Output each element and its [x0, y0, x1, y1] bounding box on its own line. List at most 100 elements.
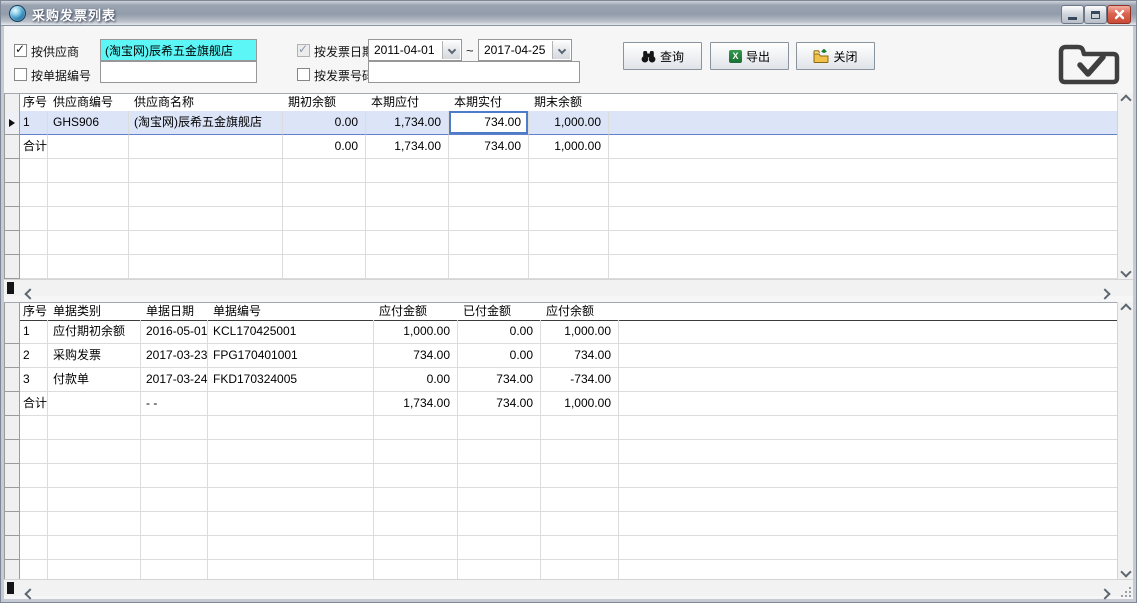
scrollbar-thumb[interactable] [7, 282, 14, 294]
scroll-up-icon[interactable] [1118, 305, 1133, 313]
cell-total-date: - - [141, 392, 208, 416]
vertical-scrollbar[interactable] [1117, 93, 1133, 279]
supplier-row-selected[interactable]: 1 GHS906 (淘宝网)辰希五金旗舰店 0.00 1,734.00 734.… [4, 111, 1117, 135]
cell-empty [141, 536, 208, 560]
col-header-ending-balance[interactable]: 期末余额 [529, 94, 609, 112]
resize-grip[interactable] [1120, 586, 1132, 598]
cell-payable-balance[interactable]: 734.00 [541, 344, 619, 368]
row-indicator-cell [4, 440, 20, 464]
cell-paid-amount[interactable]: 0.00 [458, 344, 541, 368]
cell-doc-date[interactable]: 2016-05-01 [141, 320, 208, 344]
empty-rows [4, 416, 1117, 579]
cell-seq[interactable]: 1 [20, 320, 48, 344]
by-doc-no-label: 按单据编号 [31, 67, 91, 84]
minimize-button[interactable] [1061, 5, 1084, 24]
cell-empty [48, 392, 141, 416]
close-window-button[interactable] [1107, 5, 1131, 24]
cell-doc-no[interactable]: KCL170425001 [208, 320, 374, 344]
document-row[interactable]: 3 付款单 2017-03-24 FKD170324005 0.00 734.0… [4, 368, 1117, 392]
col-header-opening-balance[interactable]: 期初余额 [283, 94, 366, 112]
col-header-supplier-code[interactable]: 供应商编号 [48, 94, 129, 112]
cell-empty [541, 560, 619, 579]
cell-seq[interactable]: 3 [20, 368, 48, 392]
scroll-down-icon[interactable] [1118, 268, 1133, 276]
cell-total-paid: 734.00 [458, 392, 541, 416]
cell-payable-amount[interactable]: 0.00 [374, 368, 458, 392]
cell-empty [20, 512, 48, 536]
cell-empty [48, 183, 129, 207]
col-header-doc-no[interactable]: 单据编号 [208, 303, 374, 321]
cell-doc-no[interactable]: FKD170324005 [208, 368, 374, 392]
chevron-right-icon [1099, 588, 1110, 599]
doc-no-filter-input[interactable] [100, 61, 257, 83]
horizontal-scrollbar[interactable] [4, 279, 1133, 296]
col-header-period-payable[interactable]: 本期应付 [366, 94, 449, 112]
title-bar[interactable]: 采购发票列表 [1, 1, 1136, 26]
cell-period-paid-focused[interactable]: 734.00 [449, 111, 529, 135]
col-header-doc-date[interactable]: 单据日期 [141, 303, 208, 321]
col-header-seq[interactable]: 序号 [20, 303, 48, 321]
empty-grid-row [4, 159, 1117, 183]
date-from-dropdown-button[interactable] [442, 41, 460, 59]
cell-doc-date[interactable]: 2017-03-24 [141, 368, 208, 392]
row-indicator-cell [4, 159, 20, 183]
export-button[interactable]: X 导出 [710, 42, 789, 70]
cell-payable-balance[interactable]: 1,000.00 [541, 320, 619, 344]
scroll-left-icon[interactable] [26, 585, 34, 603]
cell-seq[interactable]: 2 [20, 344, 48, 368]
cell-payable-amount[interactable]: 734.00 [374, 344, 458, 368]
cell-seq[interactable]: 1 [20, 111, 48, 135]
date-from-combobox[interactable]: 2011-04-01 [368, 39, 462, 61]
cell-doc-type[interactable]: 付款单 [48, 368, 141, 392]
cell-supplier-name[interactable]: (淘宝网)辰希五金旗舰店 [129, 111, 283, 135]
col-header-payable-balance[interactable]: 应付余额 [541, 303, 619, 321]
document-row[interactable]: 1 应付期初余额 2016-05-01 KCL170425001 1,000.0… [4, 320, 1117, 344]
invoice-no-filter-input[interactable] [368, 61, 580, 83]
scroll-right-icon[interactable] [1101, 585, 1109, 603]
cell-doc-type[interactable]: 应付期初余额 [48, 320, 141, 344]
vertical-scrollbar[interactable] [1117, 302, 1133, 579]
col-header-paid-amount[interactable]: 已付金额 [458, 303, 541, 321]
cell-empty [48, 488, 141, 512]
by-invoice-no-checkbox[interactable] [297, 68, 310, 81]
supplier-filter-input[interactable] [100, 39, 257, 61]
scroll-up-icon[interactable] [1118, 96, 1133, 104]
col-header-seq[interactable]: 序号 [20, 94, 48, 112]
col-header-supplier-name[interactable]: 供应商名称 [129, 94, 283, 112]
date-to-combobox[interactable]: 2017-04-25 [478, 39, 572, 61]
by-doc-no-checkbox[interactable] [14, 68, 27, 81]
by-supplier-checkbox[interactable] [14, 44, 27, 57]
row-indicator-cell [4, 464, 20, 488]
by-invoice-date-checkbox[interactable] [297, 44, 310, 57]
scroll-left-icon[interactable] [26, 285, 34, 303]
scroll-down-icon[interactable] [1118, 568, 1133, 576]
cell-ending-balance[interactable]: 1,000.00 [529, 111, 609, 135]
cell-doc-no[interactable]: FPG170401001 [208, 344, 374, 368]
row-filler [619, 320, 1117, 344]
date-to-dropdown-button[interactable] [552, 41, 570, 59]
cell-paid-amount[interactable]: 734.00 [458, 368, 541, 392]
row-indicator-cell [4, 392, 20, 416]
empty-grid-row [4, 536, 1117, 560]
cell-payable-balance[interactable]: -734.00 [541, 368, 619, 392]
cell-total-payable: 1,734.00 [366, 135, 449, 159]
document-row[interactable]: 2 采购发票 2017-03-23 FPG170401001 734.00 0.… [4, 344, 1117, 368]
col-header-payable-amount[interactable]: 应付金额 [374, 303, 458, 321]
col-header-doc-type[interactable]: 单据类别 [48, 303, 141, 321]
maximize-button[interactable] [1084, 5, 1107, 24]
cell-opening-balance[interactable]: 0.00 [283, 111, 366, 135]
close-button[interactable]: 关闭 [796, 42, 875, 70]
cell-paid-amount[interactable]: 0.00 [458, 320, 541, 344]
empty-rows [4, 159, 1117, 279]
cell-period-payable[interactable]: 1,734.00 [366, 111, 449, 135]
scroll-right-icon[interactable] [1101, 285, 1109, 303]
col-header-period-paid[interactable]: 本期实付 [449, 94, 529, 112]
scrollbar-thumb[interactable] [7, 582, 14, 594]
cell-payable-amount[interactable]: 1,000.00 [374, 320, 458, 344]
cell-doc-type[interactable]: 采购发票 [48, 344, 141, 368]
cell-supplier-code[interactable]: GHS906 [48, 111, 129, 135]
query-button[interactable]: 查询 [623, 42, 702, 70]
cell-doc-date[interactable]: 2017-03-23 [141, 344, 208, 368]
horizontal-scrollbar[interactable] [4, 579, 1133, 596]
row-indicator-cell [4, 512, 20, 536]
